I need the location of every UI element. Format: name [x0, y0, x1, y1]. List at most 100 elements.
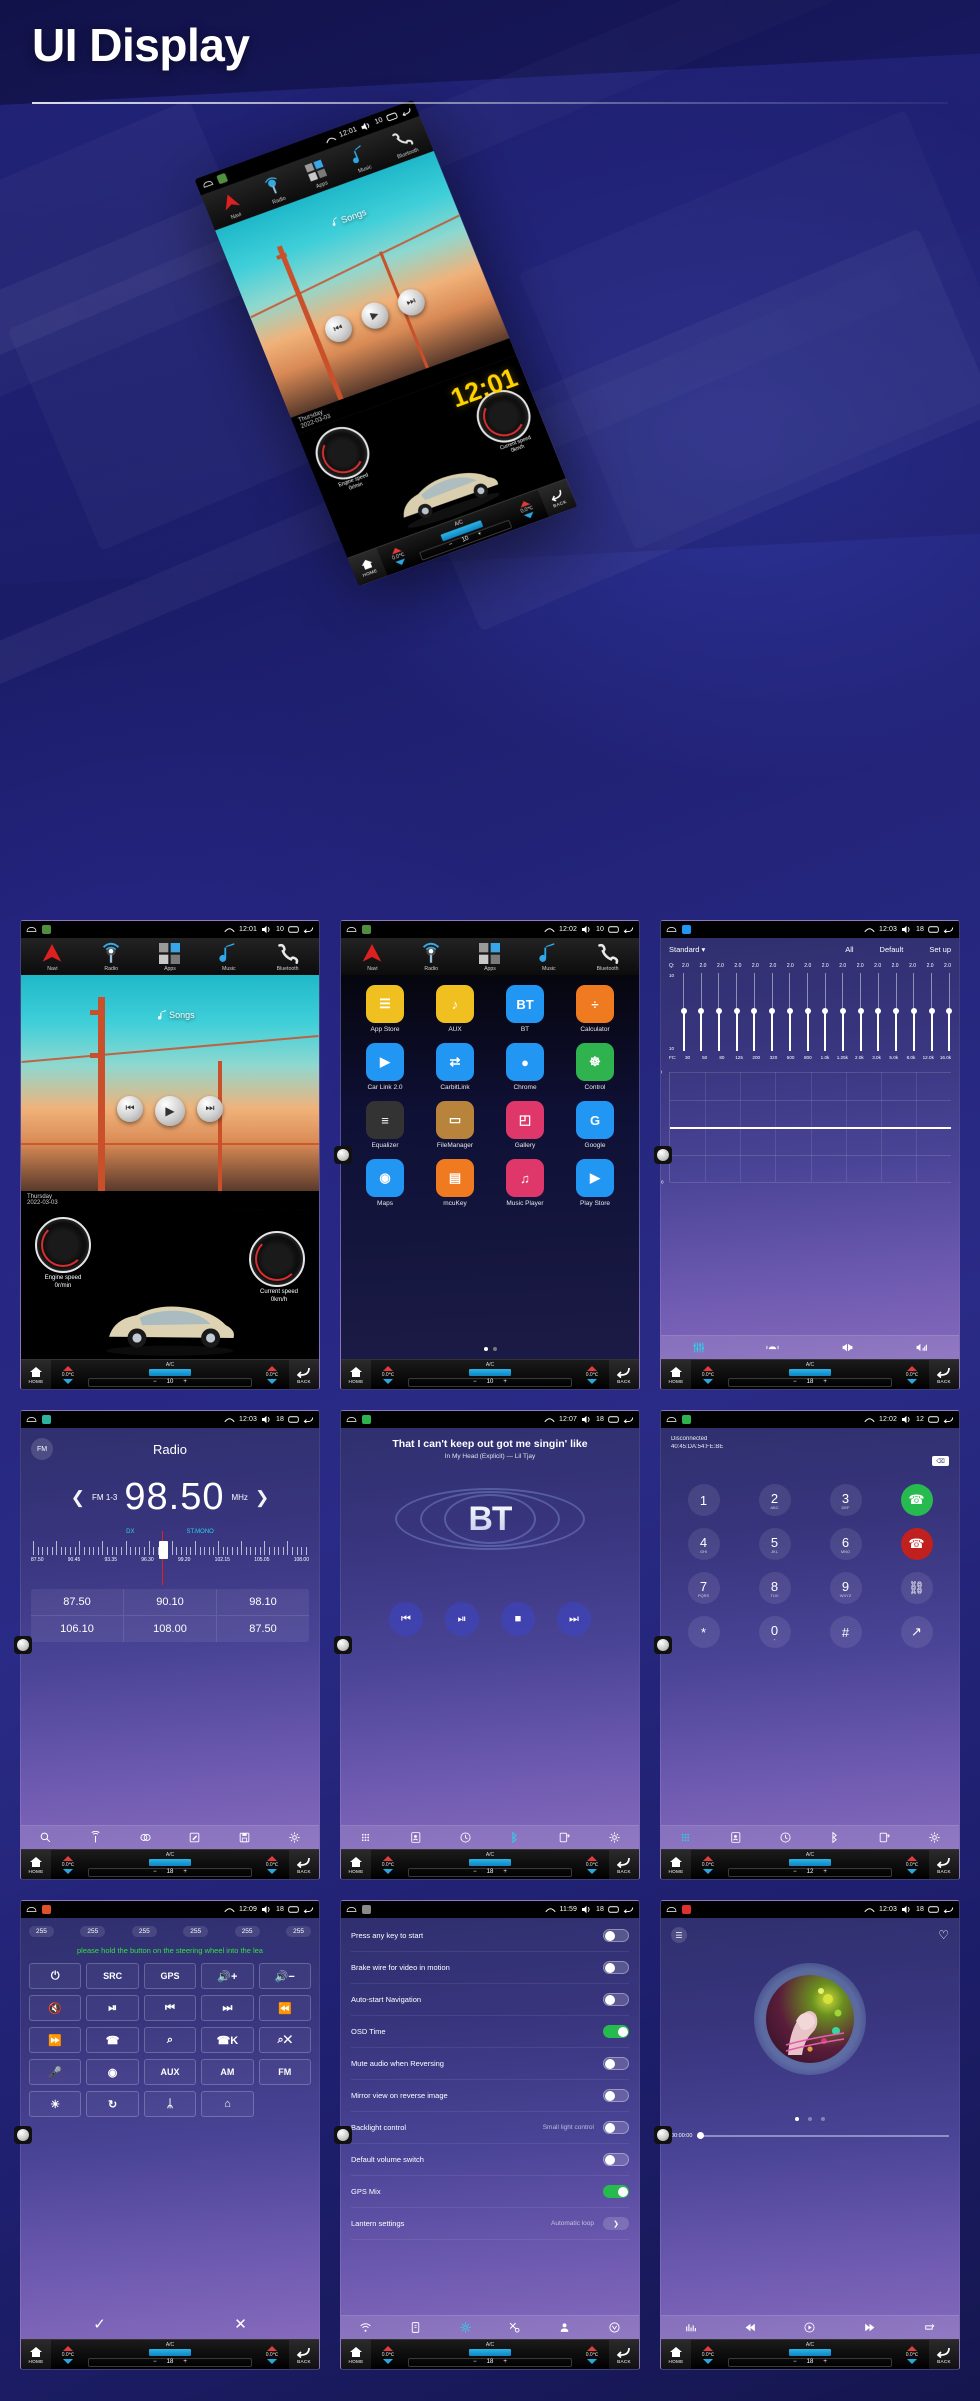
left-temp-control[interactable]: 0.0℃ [371, 2340, 405, 2369]
equalizer-icon[interactable]: ≡ [366, 1101, 404, 1139]
key-9[interactable]: 9 WXYZ [829, 1572, 862, 1604]
volume-stepper[interactable]: − 18 + [728, 2357, 892, 2367]
eq-action-setup[interactable]: Set up [929, 945, 951, 954]
launcher-item-apps[interactable]: Apps [461, 942, 520, 972]
swc-button-am[interactable]: AM [201, 2059, 254, 2085]
settings-row[interactable]: Backlight control Small light control [351, 2112, 629, 2144]
progress-bar[interactable] [697, 2132, 949, 2140]
ac-label[interactable]: A/C [806, 1362, 814, 1368]
voice-icon[interactable]: ◉ [86, 2059, 139, 2085]
toggle-switch[interactable] [603, 2089, 629, 2102]
ac-label[interactable]: A/C [806, 1852, 814, 1858]
temp-up-icon[interactable] [907, 1855, 917, 1861]
side-knob[interactable] [334, 1146, 352, 1164]
temp-down-icon[interactable] [587, 2358, 597, 2364]
temp-up-icon[interactable] [587, 1365, 597, 1371]
app-tile[interactable]: ♪ AUX [423, 985, 487, 1033]
gear-icon[interactable] [288, 1831, 301, 1844]
ac-label[interactable]: A/C [806, 2342, 814, 2348]
left-temp-control[interactable]: 0.0℃ [51, 1850, 85, 1879]
right-temp-control[interactable]: 0.0℃ [255, 2340, 289, 2369]
settings-row[interactable]: Mute audio when Reversing [351, 2048, 629, 2080]
temp-up-icon[interactable] [703, 1855, 713, 1861]
back-arrow-icon[interactable] [303, 925, 314, 934]
toggle-switch[interactable] [603, 1961, 629, 1974]
prev-button[interactable]: ⏮ [117, 1095, 143, 1122]
side-knob[interactable] [654, 1636, 672, 1654]
eq-slider[interactable] [769, 973, 776, 1051]
volume-stepper[interactable]: − 18 + [88, 1867, 252, 1877]
back-button[interactable]: BACK [289, 1850, 319, 1879]
back-button[interactable]: BACK [609, 1850, 639, 1879]
temp-up-icon[interactable] [267, 1365, 277, 1371]
volume-plus[interactable]: + [823, 1869, 827, 1875]
home-button[interactable]: HOME [341, 1360, 371, 1389]
key-0[interactable]: 0 + [758, 1616, 791, 1648]
eq-slider[interactable] [751, 973, 758, 1051]
left-temp-control[interactable]: 0.0℃ [51, 1360, 85, 1389]
home-button[interactable]: HOME [21, 1850, 51, 1879]
temp-down-icon[interactable] [907, 1868, 917, 1874]
balance-icon[interactable] [841, 1341, 854, 1354]
home-outline-icon[interactable] [346, 1415, 357, 1424]
swc-button-gps[interactable]: GPS [143, 1963, 197, 1989]
recents-icon[interactable] [288, 1415, 299, 1424]
calculator-icon[interactable]: ÷ [576, 985, 614, 1023]
toggle-switch[interactable] [603, 2025, 629, 2038]
recents-icon[interactable] [928, 1415, 939, 1424]
app-tile[interactable]: G Google [563, 1101, 627, 1149]
volume-stepper[interactable]: − 18 + [408, 2357, 572, 2367]
recents-icon[interactable] [385, 111, 399, 123]
carbit-link-icon[interactable]: ⇄ [436, 1043, 474, 1081]
loudness-icon[interactable] [915, 1341, 928, 1354]
launcher-item-navi[interactable]: Navi [343, 942, 402, 972]
hangup-icon[interactable]: ⌕ [143, 2027, 197, 2053]
dialpad-icon[interactable] [679, 1831, 692, 1844]
volume-plus[interactable]: + [503, 1869, 507, 1875]
car-surround-icon[interactable] [766, 1341, 779, 1354]
stereo-label[interactable]: ST.MONO [187, 1529, 214, 1535]
contacts-icon[interactable] [729, 1831, 742, 1844]
app-tile[interactable]: ▤ mcuKey [423, 1159, 487, 1207]
ac-label[interactable]: A/C [166, 1362, 174, 1368]
google-icon[interactable]: G [576, 1101, 614, 1139]
temp-up-icon[interactable] [267, 2345, 277, 2351]
bluetooth-icon[interactable]: ᛦ [143, 2091, 197, 2117]
home-outline-icon[interactable] [201, 178, 215, 190]
history-icon[interactable] [459, 1831, 472, 1844]
key-4[interactable]: 4 GHI [687, 1528, 720, 1560]
left-temp-control[interactable]: 0.0℃ [51, 2340, 85, 2369]
temp-down-icon[interactable] [267, 1378, 277, 1384]
back-button[interactable]: BACK [929, 1360, 959, 1389]
app-tile[interactable]: ≡ Equalizer [353, 1101, 417, 1149]
eq-action-default[interactable]: Default [880, 945, 904, 954]
temp-down-icon[interactable] [907, 2358, 917, 2364]
steering-control-icon[interactable]: ☸ [576, 1043, 614, 1081]
stop-button[interactable]: ■ [501, 1602, 535, 1636]
eq-slider[interactable] [928, 973, 935, 1051]
cancel-button[interactable]: ✕ [170, 2309, 311, 2339]
key-6[interactable]: 6 MNO [829, 1528, 862, 1560]
backspace-button[interactable]: ⌫ [932, 1456, 949, 1466]
music-player-icon[interactable]: ♫ [506, 1159, 544, 1197]
equalizer-sliders-icon[interactable] [692, 1341, 705, 1354]
vol-up-icon[interactable]: 🔊+ [201, 1963, 254, 1989]
app-tile[interactable]: ▶ Play Store [563, 1159, 627, 1207]
app-tile[interactable]: ⇄ CarbitLink [423, 1043, 487, 1091]
toggle-switch[interactable] [603, 1929, 629, 1942]
home-outline-icon[interactable] [26, 1905, 37, 1914]
eq-slider[interactable] [733, 973, 740, 1051]
settings-row[interactable]: GPS Mix [351, 2176, 629, 2208]
eq-sliders[interactable]: 10 10 [669, 973, 953, 1051]
temp-down-icon[interactable] [587, 1868, 597, 1874]
mcukey-icon[interactable]: ▤ [436, 1159, 474, 1197]
recents-icon[interactable] [608, 1905, 619, 1914]
temp-up-icon[interactable] [383, 2345, 393, 2351]
play-pause-button[interactable]: ⏯ [445, 1602, 479, 1636]
eq-slider[interactable] [822, 973, 829, 1051]
contacts-icon[interactable] [409, 1831, 422, 1844]
transfer-button[interactable]: ↗ [900, 1616, 933, 1648]
launcher-item-radio[interactable]: Radio [402, 942, 461, 972]
temp-up-icon[interactable] [63, 1855, 73, 1861]
key-#[interactable]: # [829, 1616, 862, 1648]
